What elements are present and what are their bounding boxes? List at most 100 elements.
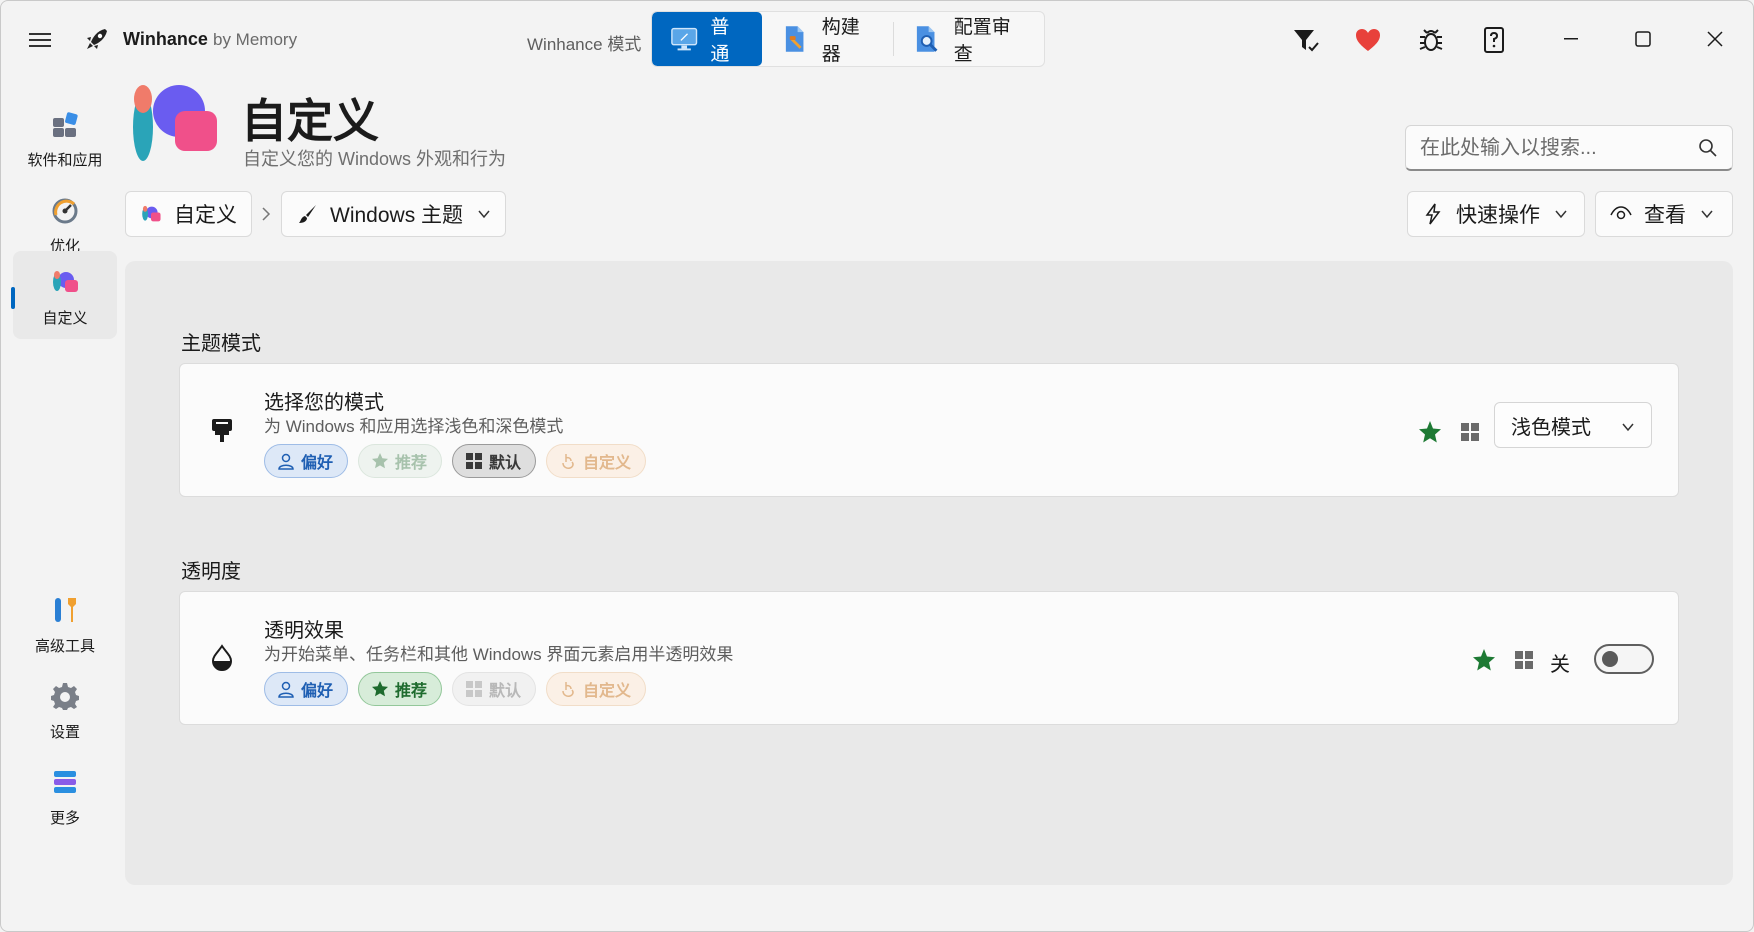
section-title: 主题模式 bbox=[181, 333, 261, 355]
sidebar-item-label: 更多 bbox=[49, 810, 80, 827]
toggle-state-label: 关 bbox=[1550, 654, 1570, 676]
bug-icon[interactable] bbox=[1416, 25, 1446, 55]
breadcrumb-root[interactable]: 自定义 bbox=[125, 191, 252, 237]
sidebar-item-label: 设置 bbox=[49, 724, 80, 741]
chevron-down-icon bbox=[1701, 210, 1713, 219]
tag-label: 偏好 bbox=[301, 683, 334, 700]
tag-custom[interactable]: 自定义 bbox=[546, 672, 647, 706]
app-author: by Memory bbox=[213, 30, 298, 49]
active-indicator bbox=[11, 287, 15, 309]
mode-normal-button[interactable]: 普通 bbox=[652, 12, 763, 66]
star-icon bbox=[372, 681, 389, 697]
palette-icon bbox=[53, 271, 78, 292]
drop-icon bbox=[211, 644, 233, 672]
sidebar: 软件和应用 优化 自定义 高级工具 设置 更多 bbox=[1, 81, 127, 931]
windows-default-icon bbox=[1461, 423, 1479, 441]
recommended-star-icon bbox=[1419, 421, 1441, 443]
sidebar-item-more[interactable]: 更多 bbox=[13, 751, 117, 839]
transparency-toggle[interactable] bbox=[1594, 644, 1654, 674]
sidebar-item-apps[interactable]: 软件和应用 bbox=[13, 93, 117, 181]
rocket-logo-icon bbox=[87, 29, 107, 49]
more-list-icon bbox=[54, 771, 76, 793]
minimize-icon[interactable] bbox=[1555, 23, 1587, 55]
section-title: 透明度 bbox=[181, 561, 241, 583]
maximize-icon[interactable] bbox=[1627, 23, 1659, 55]
search-icon[interactable] bbox=[1698, 138, 1718, 158]
app-name: Winhance bbox=[123, 29, 208, 49]
tools-icon bbox=[55, 598, 76, 622]
mode-builder-label: 构建器 bbox=[821, 17, 860, 65]
person-icon bbox=[278, 453, 294, 470]
filter-check-icon[interactable] bbox=[1291, 25, 1321, 55]
palette-hero-icon bbox=[133, 85, 217, 161]
speedometer-icon bbox=[52, 198, 78, 224]
tag-default[interactable]: 默认 bbox=[452, 672, 537, 706]
view-label: 查看 bbox=[1644, 204, 1686, 227]
tag-preference[interactable]: 偏好 bbox=[264, 444, 349, 478]
quick-actions-button[interactable]: 快速操作 bbox=[1407, 191, 1585, 237]
breadcrumb-current[interactable]: Windows 主题 bbox=[281, 191, 507, 237]
sidebar-item-customize[interactable]: 自定义 bbox=[11, 251, 117, 339]
view-button[interactable]: 查看 bbox=[1595, 191, 1733, 237]
tag-label: 自定义 bbox=[583, 683, 632, 700]
breadcrumb-root-label: 自定义 bbox=[174, 204, 237, 227]
tag-label: 默认 bbox=[489, 683, 522, 700]
mode-switcher: 普通 构建器 配置审查 bbox=[651, 11, 1045, 67]
lightning-icon bbox=[1425, 203, 1441, 225]
tag-preference[interactable]: 偏好 bbox=[264, 672, 349, 706]
chevron-down-icon bbox=[1555, 210, 1567, 219]
paint-roller-icon bbox=[212, 419, 232, 442]
mode-builder-button[interactable]: 构建器 bbox=[762, 12, 893, 66]
document-build-icon bbox=[786, 26, 804, 52]
tag-recommended[interactable]: 推荐 bbox=[358, 672, 443, 706]
setting-title: 选择您的模式 bbox=[264, 392, 384, 414]
sidebar-item-label: 高级工具 bbox=[34, 638, 95, 655]
sidebar-item-settings[interactable]: 设置 bbox=[13, 665, 117, 753]
search-input[interactable] bbox=[1420, 134, 1690, 162]
setting-tags: 偏好 推荐 默认 自定义 bbox=[264, 672, 647, 706]
tag-label: 默认 bbox=[489, 455, 522, 472]
windows-logo-icon bbox=[466, 681, 483, 697]
hand-icon bbox=[562, 682, 574, 697]
quick-actions-label: 快速操作 bbox=[1456, 204, 1540, 227]
page-subtitle: 自定义您的 Windows 外观和行为 bbox=[243, 149, 507, 169]
setting-description: 为开始菜单、任务栏和其他 Windows 界面元素启用半透明效果 bbox=[264, 645, 734, 664]
mode-label: Winhance 模式 bbox=[527, 35, 642, 54]
mode-normal-label: 普通 bbox=[710, 17, 730, 65]
hand-icon bbox=[562, 454, 574, 469]
tag-label: 自定义 bbox=[583, 455, 632, 472]
sidebar-item-label: 自定义 bbox=[42, 310, 88, 327]
dropdown-value: 浅色模式 bbox=[1511, 416, 1591, 439]
theme-mode-dropdown[interactable]: 浅色模式 bbox=[1494, 402, 1652, 448]
palette-icon bbox=[142, 205, 161, 222]
windows-default-icon bbox=[1515, 651, 1533, 669]
star-icon bbox=[372, 453, 389, 469]
tag-label: 推荐 bbox=[395, 455, 428, 472]
hamburger-menu-icon[interactable] bbox=[25, 25, 55, 55]
chevron-right-icon bbox=[262, 207, 271, 221]
setting-tags: 偏好 推荐 默认 自定义 bbox=[264, 444, 647, 478]
person-icon bbox=[278, 681, 294, 698]
gear-icon bbox=[51, 683, 79, 710]
sidebar-item-advanced-tools[interactable]: 高级工具 bbox=[13, 579, 117, 667]
setting-card-transparency: 透明效果 为开始菜单、任务栏和其他 Windows 界面元素启用半透明效果 偏好… bbox=[179, 591, 1679, 725]
tag-label: 推荐 bbox=[395, 683, 428, 700]
app-window: Winhance by Memory Winhance 模式 普通 构建器 配置… bbox=[0, 0, 1754, 932]
eye-icon bbox=[1610, 206, 1632, 220]
apps-icon bbox=[53, 112, 78, 137]
tag-default[interactable]: 默认 bbox=[452, 444, 537, 478]
search-box bbox=[1405, 125, 1733, 171]
setting-description: 为 Windows 和应用选择浅色和深色模式 bbox=[264, 417, 564, 436]
help-book-icon[interactable] bbox=[1479, 25, 1509, 55]
tag-custom[interactable]: 自定义 bbox=[546, 444, 647, 478]
recommended-star-icon bbox=[1473, 649, 1495, 671]
tag-recommended[interactable]: 推荐 bbox=[358, 444, 443, 478]
mode-review-button[interactable]: 配置审查 bbox=[894, 12, 1044, 66]
document-search-icon bbox=[917, 26, 938, 52]
heart-icon[interactable] bbox=[1353, 25, 1383, 55]
windows-logo-icon bbox=[466, 453, 483, 469]
setting-card-theme-mode: 选择您的模式 为 Windows 和应用选择浅色和深色模式 偏好 推荐 默认 自… bbox=[179, 363, 1679, 497]
title-bar: Winhance by Memory Winhance 模式 普通 构建器 配置… bbox=[1, 1, 1753, 73]
close-icon[interactable] bbox=[1699, 23, 1731, 55]
page-title: 自定义 bbox=[241, 95, 379, 147]
